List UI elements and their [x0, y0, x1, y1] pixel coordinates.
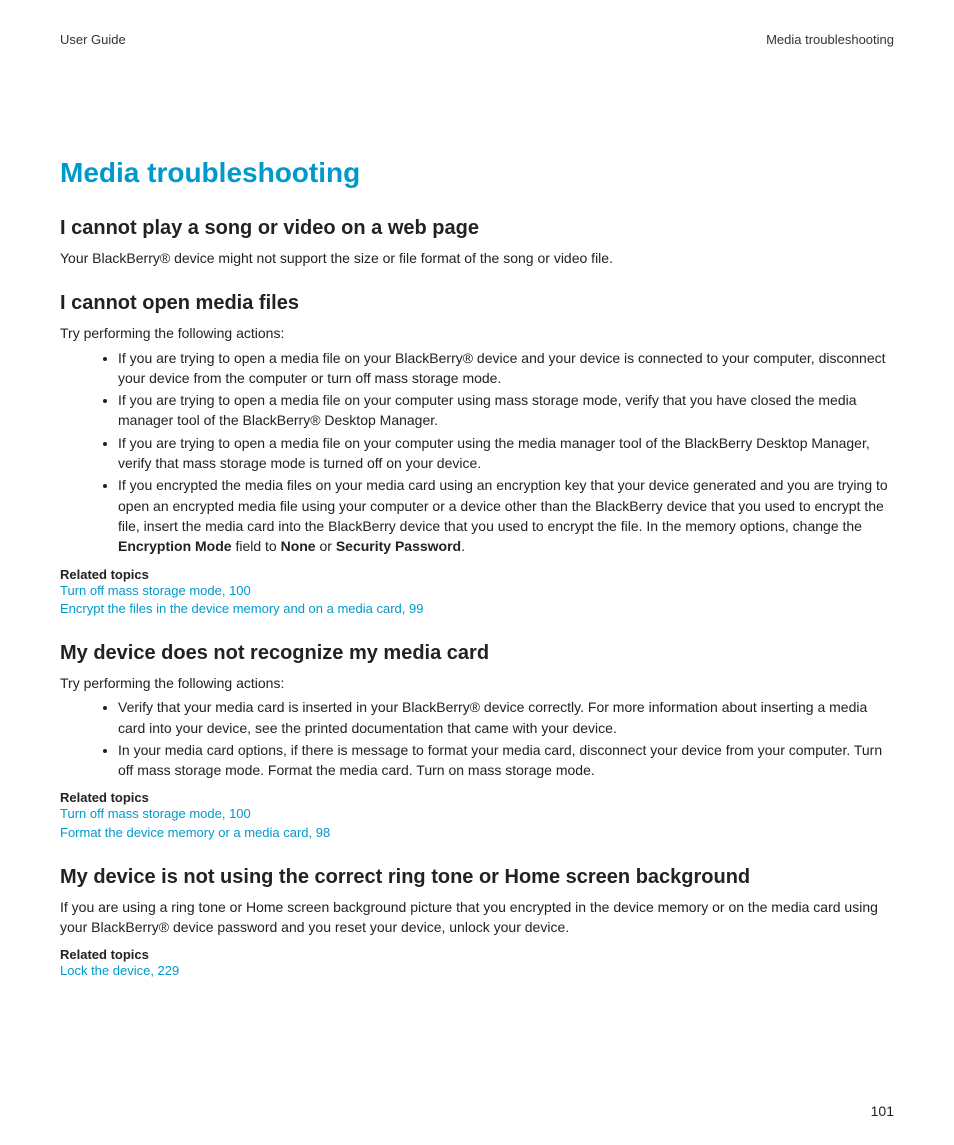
related-link-mass-storage[interactable]: Turn off mass storage mode, 100 [60, 805, 894, 823]
encryption-mode-label: Encryption Mode [118, 538, 232, 554]
bullet-list: Verify that your media card is inserted … [60, 697, 894, 780]
section-intro: Try performing the following actions: [60, 323, 894, 343]
related-link-lock-device[interactable]: Lock the device, 229 [60, 962, 894, 980]
document-page: User Guide Media troubleshooting Media t… [0, 0, 954, 1145]
section-intro: Try performing the following actions: [60, 673, 894, 693]
list-item-text: . [461, 538, 465, 554]
list-item: Verify that your media card is inserted … [118, 697, 894, 738]
header-left: User Guide [60, 32, 126, 47]
related-topics-label: Related topics [60, 947, 894, 962]
list-item: If you are trying to open a media file o… [118, 433, 894, 474]
page-header: User Guide Media troubleshooting [60, 32, 894, 47]
list-item: If you are trying to open a media file o… [118, 390, 894, 431]
header-right: Media troubleshooting [766, 32, 894, 47]
page-title: Media troubleshooting [60, 157, 894, 189]
section-para: Your BlackBerry® device might not suppor… [60, 248, 894, 268]
related-link-encrypt-files[interactable]: Encrypt the files in the device memory a… [60, 600, 894, 618]
related-link-format-memory[interactable]: Format the device memory or a media card… [60, 824, 894, 842]
section-heading-cannot-open: I cannot open media files [60, 292, 894, 315]
list-item-text: or [316, 538, 336, 554]
section-heading-media-card: My device does not recognize my media ca… [60, 642, 894, 665]
section-heading-cannot-play: I cannot play a song or video on a web p… [60, 217, 894, 240]
option-security-password: Security Password [336, 538, 461, 554]
related-link-mass-storage[interactable]: Turn off mass storage mode, 100 [60, 582, 894, 600]
list-item-text: If you encrypted the media files on your… [118, 477, 888, 534]
bullet-list: If you are trying to open a media file o… [60, 348, 894, 557]
related-topics-label: Related topics [60, 567, 894, 582]
section-para: If you are using a ring tone or Home scr… [60, 897, 894, 938]
related-topics-label: Related topics [60, 790, 894, 805]
list-item: In your media card options, if there is … [118, 740, 894, 781]
list-item: If you are trying to open a media file o… [118, 348, 894, 389]
section-heading-ring-tone: My device is not using the correct ring … [60, 866, 894, 889]
page-number: 101 [871, 1103, 894, 1119]
list-item: If you encrypted the media files on your… [118, 475, 894, 556]
option-none: None [281, 538, 316, 554]
list-item-text: field to [232, 538, 281, 554]
